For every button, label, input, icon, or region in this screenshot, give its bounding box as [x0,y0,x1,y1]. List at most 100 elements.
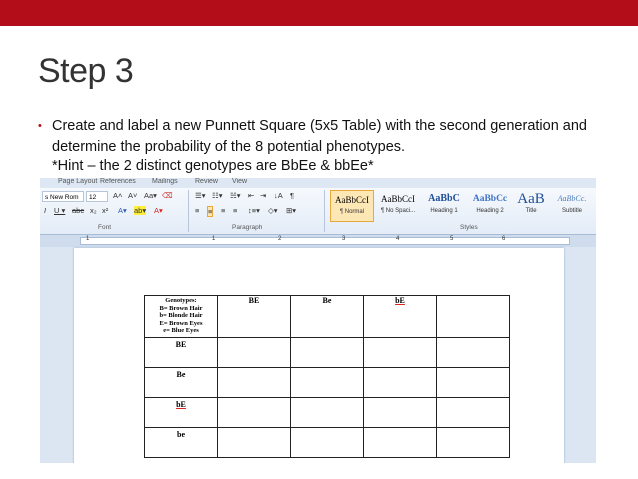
ruler[interactable]: 1 1 2 3 4 5 6 [40,235,596,247]
strikethrough-icon[interactable]: abc [72,206,84,215]
key-line: b= Blonde Hair [159,312,203,319]
top-accent-bar [0,0,638,26]
table-cell[interactable] [363,367,437,398]
column-header-cell[interactable]: Be [290,295,364,338]
table-row: be [144,427,510,458]
numbering-icon[interactable]: ☷▾ [212,191,223,200]
ribbon: s New Rom 12 A˄ A˅ Aa▾ ⌫ I U ▾ abc x₂ x²… [40,188,596,235]
style-subtitle[interactable]: AaBbCc. Subtitle [550,190,594,222]
table-cell[interactable] [217,337,291,368]
tab-page-layout[interactable]: Page Layout [58,178,97,185]
table-cell[interactable] [290,367,364,398]
table-cell[interactable] [217,397,291,428]
style-heading-2[interactable]: AaBbCc Heading 2 [468,190,512,222]
column-header-cell[interactable]: bE [363,295,437,338]
tab-review[interactable]: Review [195,178,218,185]
sort-icon[interactable]: ↓A [274,191,283,200]
style-sample: AaBbCc. [557,194,587,203]
row-header-cell[interactable]: be [144,427,218,458]
font-name-select[interactable]: s New Rom [42,191,84,202]
style-no-spacing[interactable]: AaBbCcI ¶ No Spaci... [376,190,420,222]
table-cell[interactable] [436,427,510,458]
punnett-square-table[interactable]: Genotypes: B= Brown Hair b= Blonde Hair … [144,295,510,458]
table-cell[interactable] [363,337,437,368]
table-cell[interactable] [290,427,364,458]
ruler-number: 4 [396,236,400,242]
style-sample: AaBbCcI [335,195,369,205]
column-header-cell[interactable]: BE [217,295,291,338]
key-line: Genotypes: [165,297,197,304]
borders-icon[interactable]: ⊞▾ [286,206,296,215]
ruler-number: 2 [278,236,282,242]
document-page[interactable]: Genotypes: B= Brown Hair b= Blonde Hair … [74,248,564,463]
style-name: Title [525,208,537,214]
align-right-icon[interactable]: ≡ [221,206,225,215]
key-line: E= Brown Eyes [159,319,203,327]
shrink-font-icon[interactable]: A˅ [128,191,137,200]
pilcrow-icon[interactable]: ¶ [290,191,294,200]
table-row: BE [144,337,510,368]
style-name: ¶ Normal [339,209,365,215]
decrease-indent-icon[interactable]: ⇤ [248,191,254,200]
hint-text: *Hint – the 2 distinct genotypes are BbE… [52,158,374,174]
bullet-dot: • [38,120,42,132]
table-cell[interactable] [436,397,510,428]
table-cell[interactable] [363,397,437,428]
tab-references[interactable]: References [100,178,136,185]
tab-mailings[interactable]: Mailings [152,178,178,185]
table-row: Genotypes: B= Brown Hair b= Blonde Hair … [144,295,510,338]
ruler-number: 6 [502,236,506,242]
divider [324,190,325,232]
style-name: Heading 1 [430,208,458,214]
table-cell[interactable] [290,337,364,368]
word-screenshot: Page Layout References Mailings Review V… [40,178,596,463]
column-header-cell[interactable] [436,295,510,338]
underline-icon[interactable]: U ▾ [54,206,65,215]
table-cell[interactable] [363,427,437,458]
tab-view[interactable]: View [232,178,247,185]
align-left-icon[interactable]: ≡ [195,206,199,215]
style-title[interactable]: AaB Title [514,190,548,222]
superscript-icon[interactable]: x² [102,206,108,215]
genotype-key-cell[interactable]: Genotypes: B= Brown Hair b= Blonde Hair … [144,295,218,338]
row-header-cell[interactable]: bE [144,397,218,428]
table-cell[interactable] [436,337,510,368]
justify-icon[interactable]: ≡ [233,206,237,215]
style-sample: AaB [517,191,545,207]
ruler-number: 1 [86,236,90,242]
subscript-icon[interactable]: x₂ [90,206,97,215]
shading-icon[interactable]: ◇▾ [268,206,278,215]
bullet-text: Create and label a new Punnett Square (5… [52,118,587,155]
line-spacing-icon[interactable]: ↕≡▾ [248,206,260,215]
group-label-paragraph: Paragraph [232,224,263,231]
font-size-select[interactable]: 12 [86,191,108,202]
table-cell[interactable] [290,397,364,428]
italic-icon[interactable]: I [44,206,46,215]
row-header-cell[interactable]: Be [144,367,218,398]
ruler-number: 3 [342,236,346,242]
highlight-icon[interactable]: ab▾ [134,206,147,215]
clear-format-icon[interactable]: ⌫ [162,191,173,200]
multilevel-list-icon[interactable]: ☵▾ [230,191,241,200]
group-label-styles: Styles [460,224,478,231]
style-heading-1[interactable]: AaBbC Heading 1 [422,190,466,222]
table-cell[interactable] [217,427,291,458]
row-header-cell[interactable]: BE [144,337,218,368]
change-case-icon[interactable]: Aa▾ [144,191,157,200]
grow-font-icon[interactable]: A˄ [113,191,122,200]
group-label-font: Font [98,224,112,231]
table-cell[interactable] [217,367,291,398]
style-normal[interactable]: AaBbCcI ¶ Normal [330,190,374,222]
increase-indent-icon[interactable]: ⇥ [260,191,266,200]
align-center-icon[interactable]: ≡ [207,206,214,217]
ruler-number: 5 [450,236,454,242]
table-cell[interactable] [436,367,510,398]
font-color-icon[interactable]: A▾ [154,206,163,215]
ruler-bar [80,237,570,245]
bullets-icon[interactable]: ☰▾ [195,191,206,200]
text-effects-icon[interactable]: A▾ [118,206,127,215]
key-line: B= Brown Hair [159,304,203,312]
style-name: ¶ No Spaci... [380,208,416,214]
slide-title: Step 3 [38,52,134,90]
style-sample: AaBbCc [472,194,508,204]
